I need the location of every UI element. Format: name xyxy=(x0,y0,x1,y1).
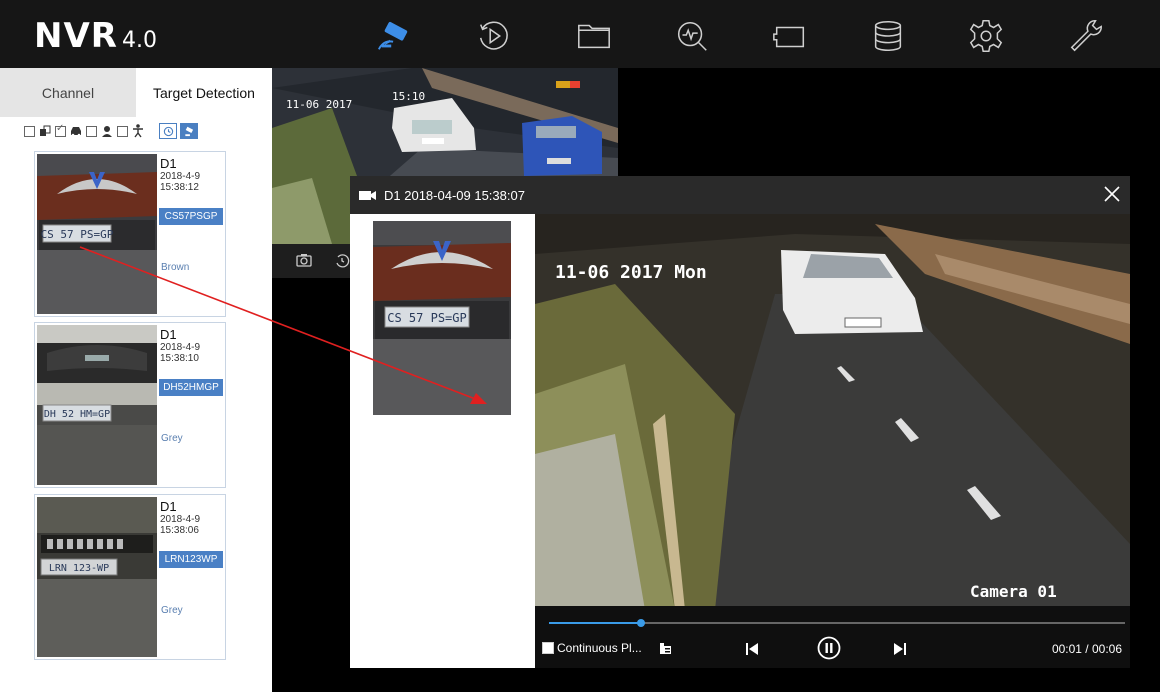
skip-previous-icon xyxy=(746,643,758,655)
live-video-toolbar xyxy=(272,244,350,278)
previous-button[interactable] xyxy=(745,643,759,655)
filter-vehicle-checkbox[interactable] xyxy=(55,123,66,137)
human-body-icon xyxy=(131,124,145,138)
live-osd-time: 15:10 xyxy=(392,90,425,103)
result-channel: D1 xyxy=(160,499,177,514)
playback-icon[interactable] xyxy=(472,14,516,58)
maintenance-icon[interactable] xyxy=(1064,14,1108,58)
skip-next-icon xyxy=(894,643,906,655)
all-targets-icon xyxy=(38,124,52,138)
playback-video[interactable]: 11-06 2017 Mon Camera 01 xyxy=(535,214,1130,610)
pause-icon xyxy=(817,636,841,660)
filter-all-checkbox[interactable] xyxy=(24,125,35,137)
captured-plate-thumbnail: CS 57 PS=GP xyxy=(373,221,511,415)
top-navigation-bar: NVR 4.0 xyxy=(0,0,1160,68)
export-icon xyxy=(660,643,671,654)
history-mode-button[interactable] xyxy=(159,123,177,139)
continuous-play-toggle[interactable]: Continuous Pl... xyxy=(542,641,642,655)
result-card[interactable]: CS 57 PS=GP D1 2018-4-9 15:38:12 CS57PSGP… xyxy=(34,151,226,317)
plate-number-badge: LRN123WP xyxy=(159,551,223,568)
live-osd-date: 11-06 2017 xyxy=(286,98,352,111)
result-channel: D1 xyxy=(160,327,177,342)
result-datetime: 2018-4-9 15:38:12 xyxy=(160,171,201,193)
vehicle-icon xyxy=(69,124,83,138)
progress-fill xyxy=(549,622,642,624)
plate-text: LRN 123-WP xyxy=(49,563,109,574)
popup-title: D1 2018-04-09 15:38:07 xyxy=(384,187,525,203)
camera-config-icon[interactable] xyxy=(768,14,812,58)
result-card[interactable]: LRN 123-WP D1 2018-4-9 15:38:06 LRN123WP … xyxy=(34,494,226,660)
tab-target-detection[interactable]: Target Detection xyxy=(136,68,272,117)
progress-handle[interactable] xyxy=(637,619,646,627)
export-clip-button[interactable] xyxy=(659,642,672,655)
plate-number-badge: DH52HMGP xyxy=(159,379,223,396)
result-channel: D1 xyxy=(160,156,177,171)
close-icon xyxy=(1104,186,1120,202)
playback-popup: D1 2018-04-09 15:38:07 CS 57 PS=GP 11-06… xyxy=(350,176,1130,668)
target-detection-panel: Channel Target Detection ✓ CS 57 PS=GP D… xyxy=(0,68,272,692)
vehicle-color: Brown xyxy=(161,262,190,273)
close-button[interactable] xyxy=(1100,182,1124,206)
result-datetime: 2018-4-9 15:38:10 xyxy=(160,342,201,364)
vehicle-color: Grey xyxy=(161,605,183,616)
next-button[interactable] xyxy=(893,643,907,655)
progress-bar[interactable] xyxy=(549,619,1125,627)
filter-face-checkbox[interactable] xyxy=(86,125,97,137)
filter-row xyxy=(24,122,198,140)
live-view-camera-icon[interactable] xyxy=(373,14,417,58)
snapshot-icon[interactable] xyxy=(296,253,312,267)
video-camera-icon xyxy=(359,191,376,200)
file-management-icon[interactable] xyxy=(572,14,616,58)
tab-channel[interactable]: Channel xyxy=(0,68,136,117)
result-datetime: 2018-4-9 15:38:06 xyxy=(160,514,201,536)
face-icon xyxy=(100,124,114,138)
plate-text: CS 57 PS=GP xyxy=(41,228,114,241)
storage-icon[interactable] xyxy=(866,14,910,58)
popup-title-bar: D1 2018-04-09 15:38:07 xyxy=(350,176,1130,214)
settings-icon[interactable] xyxy=(964,14,1008,58)
video-osd-camera: Camera 01 xyxy=(970,582,1057,601)
pause-button[interactable] xyxy=(817,636,841,660)
playback-controls: Continuous Pl... 00:01 / 00:06 xyxy=(535,606,1130,668)
vehicle-color: Grey xyxy=(161,433,183,444)
video-osd-date: 11-06 2017 Mon xyxy=(555,262,707,283)
instant-playback-icon[interactable] xyxy=(334,253,350,269)
app-logo: NVR 4.0 xyxy=(34,16,157,56)
app-version: 4.0 xyxy=(121,28,157,53)
vehicle-snapshot: CS 57 PS=GP xyxy=(37,154,157,314)
live-mode-button[interactable] xyxy=(180,123,198,139)
smart-analysis-icon[interactable] xyxy=(670,14,714,58)
plate-text: DH 52 HM=GP xyxy=(44,409,110,420)
vehicle-snapshot: LRN 123-WP xyxy=(37,497,157,657)
result-card[interactable]: DH 52 HM=GP D1 2018-4-9 15:38:10 DH52HMGP… xyxy=(34,322,226,488)
playback-time: 00:01 / 00:06 xyxy=(1051,642,1122,656)
app-title: NVR xyxy=(34,16,118,56)
popup-plate-text: CS 57 PS=GP xyxy=(387,311,466,325)
vehicle-snapshot: DH 52 HM=GP xyxy=(37,325,157,485)
filter-human-checkbox[interactable] xyxy=(117,125,128,137)
plate-number-badge: CS57PSGP xyxy=(159,208,223,225)
panel-tabs: Channel Target Detection xyxy=(0,68,272,117)
continuous-play-checkbox[interactable] xyxy=(542,642,554,654)
continuous-play-label: Continuous Pl... xyxy=(557,641,642,655)
